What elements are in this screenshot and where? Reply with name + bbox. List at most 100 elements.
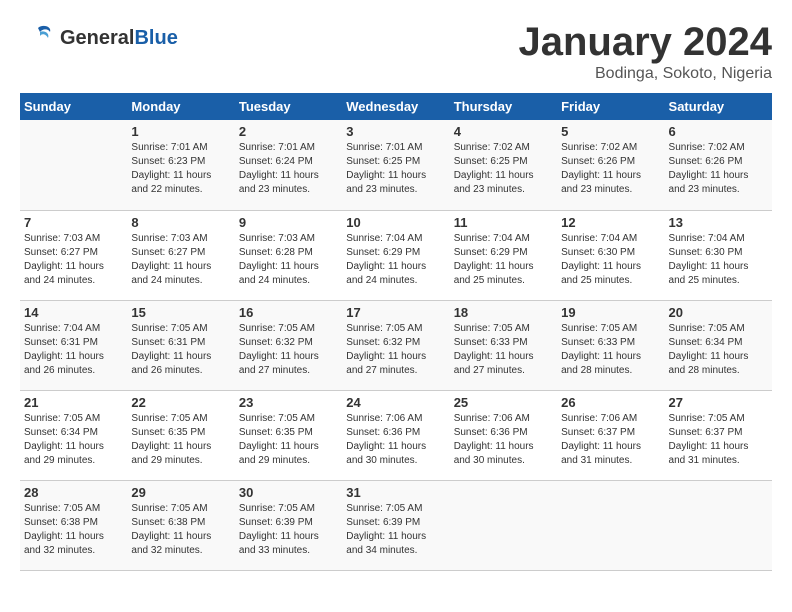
day-info: Sunrise: 7:06 AM Sunset: 6:37 PM Dayligh… (561, 412, 660, 468)
day-info: Sunrise: 7:05 AM Sunset: 6:31 PM Dayligh… (131, 322, 230, 378)
day-number: 28 (24, 485, 123, 500)
day-info: Sunrise: 7:05 AM Sunset: 6:35 PM Dayligh… (239, 412, 338, 468)
calendar-cell: 13 Sunrise: 7:04 AM Sunset: 6:30 PM Dayli… (665, 210, 772, 300)
day-number: 11 (454, 215, 553, 230)
day-info: Sunrise: 7:05 AM Sunset: 6:38 PM Dayligh… (24, 502, 123, 558)
day-number: 27 (669, 395, 768, 410)
day-header-saturday: Saturday (665, 93, 772, 120)
calendar-cell: 2Sunrise: 7:01 AM Sunset: 6:24 PM Daylig… (235, 120, 342, 210)
day-info: Sunrise: 7:05 AM Sunset: 6:37 PM Dayligh… (669, 412, 768, 468)
calendar-cell (557, 480, 664, 570)
calendar-cell: 17 Sunrise: 7:05 AM Sunset: 6:32 PM Dayli… (342, 300, 449, 390)
day-info: Sunrise: 7:04 AM Sunset: 6:30 PM Dayligh… (669, 232, 768, 288)
day-number: 4 (454, 124, 553, 139)
calendar-cell: 24Sunrise: 7:06 AM Sunset: 6:36 PM Dayli… (342, 390, 449, 480)
calendar-cell: 3Sunrise: 7:01 AM Sunset: 6:25 PM Daylig… (342, 120, 449, 210)
day-number: 2 (239, 124, 338, 139)
logo-text: GeneralBlue (60, 27, 178, 49)
day-info: Sunrise: 7:03 AM Sunset: 6:28 PM Dayligh… (239, 232, 338, 288)
day-number: 21 (24, 395, 123, 410)
day-info: Sunrise: 7:05 AM Sunset: 6:39 PM Dayligh… (239, 502, 338, 558)
day-header-thursday: Thursday (450, 93, 557, 120)
day-number: 14 (24, 305, 123, 320)
day-number: 8 (131, 215, 230, 230)
day-info: Sunrise: 7:05 AM Sunset: 6:32 PM Dayligh… (346, 322, 445, 378)
day-info: Sunrise: 7:02 AM Sunset: 6:26 PM Dayligh… (669, 141, 768, 197)
day-number: 30 (239, 485, 338, 500)
day-info: Sunrise: 7:05 AM Sunset: 6:35 PM Dayligh… (131, 412, 230, 468)
calendar-cell: 21 Sunrise: 7:05 AM Sunset: 6:34 PM Dayli… (20, 390, 127, 480)
day-number: 18 (454, 305, 553, 320)
calendar-week-row: 7 Sunrise: 7:03 AM Sunset: 6:27 PM Daylig… (20, 210, 772, 300)
calendar-cell: 12Sunrise: 7:04 AM Sunset: 6:30 PM Dayli… (557, 210, 664, 300)
day-header-monday: Monday (127, 93, 234, 120)
day-header-wednesday: Wednesday (342, 93, 449, 120)
calendar-header-row: SundayMondayTuesdayWednesdayThursdayFrid… (20, 93, 772, 120)
calendar-cell: 16 Sunrise: 7:05 AM Sunset: 6:32 PM Dayli… (235, 300, 342, 390)
calendar-cell: 26 Sunrise: 7:06 AM Sunset: 6:37 PM Dayli… (557, 390, 664, 480)
day-info: Sunrise: 7:05 AM Sunset: 6:34 PM Dayligh… (669, 322, 768, 378)
day-number: 17 (346, 305, 445, 320)
day-info: Sunrise: 7:05 AM Sunset: 6:34 PM Dayligh… (24, 412, 123, 468)
calendar-cell: 1Sunrise: 7:01 AM Sunset: 6:23 PM Daylig… (127, 120, 234, 210)
day-number: 5 (561, 124, 660, 139)
day-number: 23 (239, 395, 338, 410)
calendar-cell: 18 Sunrise: 7:05 AM Sunset: 6:33 PM Dayli… (450, 300, 557, 390)
calendar-cell: 31Sunrise: 7:05 AM Sunset: 6:39 PM Dayli… (342, 480, 449, 570)
day-header-friday: Friday (557, 93, 664, 120)
calendar-cell: 20Sunrise: 7:05 AM Sunset: 6:34 PM Dayli… (665, 300, 772, 390)
day-number: 13 (669, 215, 768, 230)
day-info: Sunrise: 7:05 AM Sunset: 6:33 PM Dayligh… (454, 322, 553, 378)
logo: GeneralBlue (20, 20, 178, 56)
calendar-cell: 14 Sunrise: 7:04 AM Sunset: 6:31 PM Dayli… (20, 300, 127, 390)
calendar-week-row: 28 Sunrise: 7:05 AM Sunset: 6:38 PM Dayli… (20, 480, 772, 570)
location-subtitle: Bodinga, Sokoto, Nigeria (518, 65, 772, 83)
day-number: 26 (561, 395, 660, 410)
calendar-cell: 19 Sunrise: 7:05 AM Sunset: 6:33 PM Dayli… (557, 300, 664, 390)
calendar-table: SundayMondayTuesdayWednesdayThursdayFrid… (20, 93, 772, 571)
calendar-cell: 5 Sunrise: 7:02 AM Sunset: 6:26 PM Daylig… (557, 120, 664, 210)
calendar-cell (450, 480, 557, 570)
day-info: Sunrise: 7:04 AM Sunset: 6:31 PM Dayligh… (24, 322, 123, 378)
calendar-cell: 7 Sunrise: 7:03 AM Sunset: 6:27 PM Daylig… (20, 210, 127, 300)
calendar-cell: 29 Sunrise: 7:05 AM Sunset: 6:38 PM Dayli… (127, 480, 234, 570)
day-number: 15 (131, 305, 230, 320)
day-info: Sunrise: 7:02 AM Sunset: 6:25 PM Dayligh… (454, 141, 553, 197)
day-number: 12 (561, 215, 660, 230)
day-header-tuesday: Tuesday (235, 93, 342, 120)
day-number: 6 (669, 124, 768, 139)
day-info: Sunrise: 7:04 AM Sunset: 6:29 PM Dayligh… (346, 232, 445, 288)
title-block: January 2024 Bodinga, Sokoto, Nigeria (518, 20, 772, 83)
calendar-cell (20, 120, 127, 210)
calendar-cell: 30 Sunrise: 7:05 AM Sunset: 6:39 PM Dayli… (235, 480, 342, 570)
calendar-week-row: 21 Sunrise: 7:05 AM Sunset: 6:34 PM Dayli… (20, 390, 772, 480)
calendar-cell: 28 Sunrise: 7:05 AM Sunset: 6:38 PM Dayli… (20, 480, 127, 570)
day-number: 19 (561, 305, 660, 320)
day-info: Sunrise: 7:05 AM Sunset: 6:33 PM Dayligh… (561, 322, 660, 378)
day-number: 3 (346, 124, 445, 139)
logo-icon (20, 20, 56, 56)
day-number: 31 (346, 485, 445, 500)
day-number: 16 (239, 305, 338, 320)
calendar-week-row: 1Sunrise: 7:01 AM Sunset: 6:23 PM Daylig… (20, 120, 772, 210)
calendar-week-row: 14 Sunrise: 7:04 AM Sunset: 6:31 PM Dayli… (20, 300, 772, 390)
day-number: 29 (131, 485, 230, 500)
day-info: Sunrise: 7:03 AM Sunset: 6:27 PM Dayligh… (24, 232, 123, 288)
day-info: Sunrise: 7:02 AM Sunset: 6:26 PM Dayligh… (561, 141, 660, 197)
page-header: GeneralBlue January 2024 Bodinga, Sokoto… (20, 20, 772, 83)
day-info: Sunrise: 7:05 AM Sunset: 6:38 PM Dayligh… (131, 502, 230, 558)
day-number: 25 (454, 395, 553, 410)
calendar-cell: 25 Sunrise: 7:06 AM Sunset: 6:36 PM Dayli… (450, 390, 557, 480)
month-title: January 2024 (518, 20, 772, 65)
calendar-cell: 4 Sunrise: 7:02 AM Sunset: 6:25 PM Daylig… (450, 120, 557, 210)
day-info: Sunrise: 7:03 AM Sunset: 6:27 PM Dayligh… (131, 232, 230, 288)
calendar-cell: 8 Sunrise: 7:03 AM Sunset: 6:27 PM Daylig… (127, 210, 234, 300)
day-info: Sunrise: 7:05 AM Sunset: 6:32 PM Dayligh… (239, 322, 338, 378)
day-number: 7 (24, 215, 123, 230)
calendar-cell: 6 Sunrise: 7:02 AM Sunset: 6:26 PM Daylig… (665, 120, 772, 210)
calendar-cell: 23 Sunrise: 7:05 AM Sunset: 6:35 PM Dayli… (235, 390, 342, 480)
day-info: Sunrise: 7:06 AM Sunset: 6:36 PM Dayligh… (454, 412, 553, 468)
calendar-cell: 27 Sunrise: 7:05 AM Sunset: 6:37 PM Dayli… (665, 390, 772, 480)
day-number: 9 (239, 215, 338, 230)
day-info: Sunrise: 7:06 AM Sunset: 6:36 PM Dayligh… (346, 412, 445, 468)
